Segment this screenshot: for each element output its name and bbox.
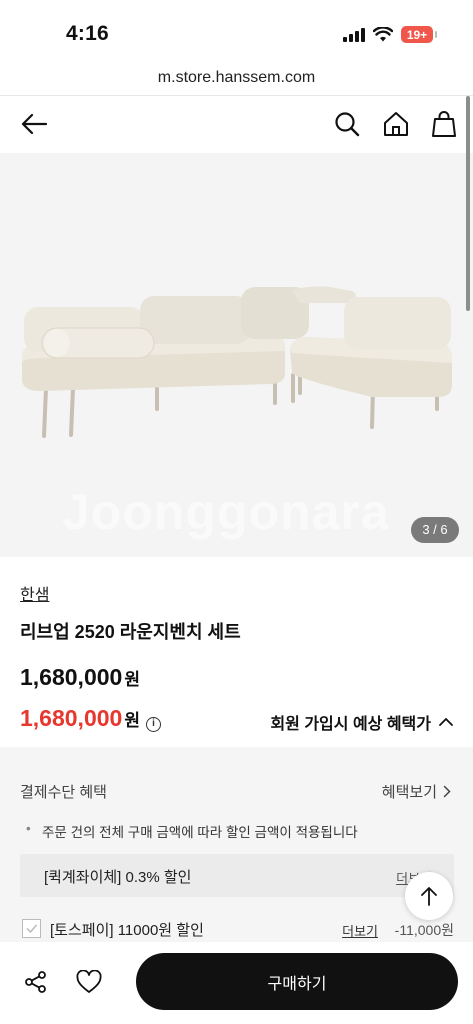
back-button[interactable] [18,108,50,140]
wishlist-button[interactable] [73,966,105,998]
sale-price-unit: 원 [124,711,140,730]
benefits-more-label: 혜택보기 [381,784,437,801]
product-image[interactable]: Joonggonara 3 / 6 [0,153,473,557]
check-icon [26,924,38,934]
arrow-up-icon [421,887,437,906]
share-button[interactable] [20,966,52,998]
payment-benefits-title: 결제수단 혜택 [20,784,107,801]
product-name: 리브업 2520 라운지벤치 세트 [20,622,241,642]
app-header [0,96,473,153]
price-value: 1,680,000 [20,664,123,690]
status-time: 4:16 [66,22,109,45]
cart-button[interactable] [428,108,460,140]
info-icon[interactable]: i [145,717,161,732]
home-button[interactable] [380,108,412,140]
home-icon [384,112,408,136]
status-bar: 4:16 19+ [0,0,473,64]
original-price: 1,680,000 원 [20,664,140,691]
tosspay-checkbox[interactable] [22,919,41,938]
brand-link[interactable]: 한샘 [20,581,49,605]
back-arrow-icon [21,113,48,135]
wifi-icon [373,27,393,42]
shopping-bag-icon [432,111,456,137]
url-bar[interactable]: m.store.hanssem.com [0,64,473,96]
chevron-up-icon [439,717,453,726]
bottom-action-bar: 구매하기 [0,942,473,1024]
battery-icon: 19+ [401,26,437,43]
member-benefit-toggle[interactable]: 회원 가입시 예상 혜택가 [270,710,453,734]
member-benefit-label: 회원 가입시 예상 혜택가 [270,716,431,733]
signal-icon [343,27,365,42]
payment-note-text: 주문 건의 전체 구매 금액에 따라 할인 금액이 적용됩니다 [42,825,358,840]
share-icon [25,971,46,993]
tosspay-discount: -11,000원 [394,922,454,938]
status-icons: 19+ [343,26,437,43]
quick-transfer-promo: [퀵계좌이체] 0.3% 할인 더보기 [20,854,454,897]
search-button[interactable] [331,108,363,140]
benefits-more-button[interactable]: 혜택보기 [382,781,451,802]
scroll-to-top-button[interactable] [405,872,453,920]
tosspay-promo: [토스페이] 11000원 할인 더보기 -11,000원 [20,917,454,941]
tosspay-more-link[interactable]: 더보기 [342,921,378,940]
chevron-right-icon [443,785,451,798]
sale-price: 1,680,000 원 i [20,705,161,732]
heart-icon [76,970,102,993]
image-counter: 3 / 6 [411,517,459,543]
buy-button[interactable]: 구매하기 [136,953,458,1010]
tosspay-label: [토스페이] 11000원 할인 [50,922,204,939]
sale-price-value: 1,680,000 [20,705,123,731]
price-unit: 원 [124,670,140,689]
payment-note: 주문 건의 전체 구매 금액에 따라 할인 금액이 적용됩니다 [26,821,358,841]
search-icon [335,112,360,137]
watermark: Joonggonara [62,484,390,540]
quick-transfer-label: [퀵계좌이체] 0.3% 할인 [44,869,192,886]
page-scrollbar[interactable] [466,96,470,311]
